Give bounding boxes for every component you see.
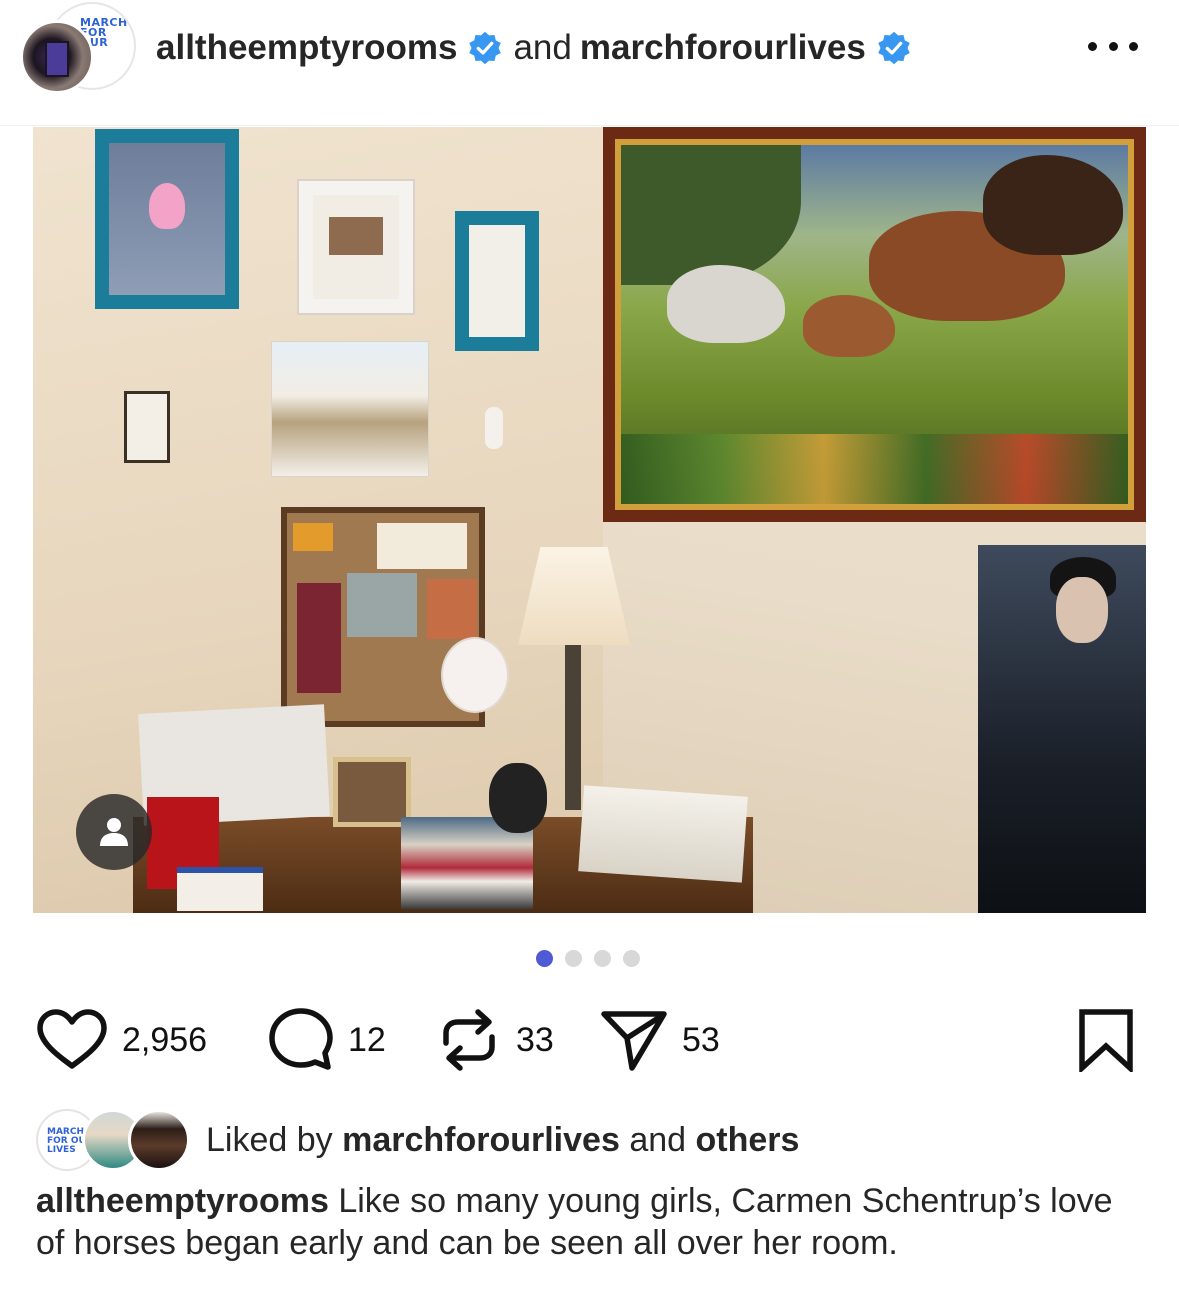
- repost-count[interactable]: 33: [516, 1021, 554, 1060]
- framed-photo: [333, 757, 411, 827]
- liked-by-middle: and: [629, 1120, 687, 1159]
- carousel-indicator: [536, 950, 640, 967]
- comment-count[interactable]: 12: [348, 1021, 386, 1060]
- liked-by-others[interactable]: others: [696, 1121, 800, 1159]
- send-icon[interactable]: [600, 1008, 668, 1072]
- more-dot: [1129, 41, 1138, 51]
- carousel-dot[interactable]: [623, 950, 640, 967]
- liked-by-text: Liked by marchforourlives and others: [206, 1121, 799, 1160]
- pitch-perfect-plate: [441, 637, 509, 713]
- comment-action[interactable]: 12: [268, 1004, 386, 1076]
- dark-horse: [983, 155, 1123, 255]
- tagged-user-icon[interactable]: [76, 794, 152, 870]
- post-actions: 2,956 12 33 53: [36, 1004, 1146, 1076]
- papers-pile: [578, 785, 748, 883]
- poster-face: [1056, 577, 1108, 643]
- caption-username[interactable]: alltheemptyrooms: [36, 1182, 329, 1220]
- horse-tapestry: [603, 127, 1146, 522]
- more-dot: [1088, 41, 1097, 51]
- liked-by-prefix: Liked by: [206, 1120, 333, 1159]
- more-dot: [1108, 41, 1118, 51]
- share-count[interactable]: 53: [682, 1021, 720, 1060]
- penguin-plush: [489, 763, 547, 833]
- comment-icon[interactable]: [268, 1007, 334, 1073]
- tapestry-meadow: [615, 139, 1134, 510]
- repost-action[interactable]: 33: [436, 1004, 554, 1076]
- post-caption: alltheemptyrooms Like so many young girl…: [36, 1180, 1146, 1264]
- sherlock-poster: [978, 545, 1146, 913]
- bookmark-icon[interactable]: [1076, 1008, 1136, 1072]
- verified-badge-icon: [469, 31, 502, 65]
- door-image: [45, 41, 69, 77]
- post-authors: alltheemptyrooms and marchforourlives: [156, 26, 922, 70]
- kids-photo-frame: [299, 181, 413, 313]
- like-count[interactable]: 2,956: [122, 1021, 207, 1060]
- verified-badge-icon: [878, 31, 910, 65]
- castle-watercolor-print: [271, 341, 429, 477]
- ballerina-photo-frame: [95, 129, 239, 309]
- carousel-dot[interactable]: [594, 950, 611, 967]
- more-horizontal-icon[interactable]: [1088, 38, 1138, 54]
- lamp-base: [565, 645, 581, 810]
- like-action[interactable]: 2,956: [36, 1004, 207, 1076]
- liked-by-user[interactable]: marchforourlives: [342, 1121, 620, 1159]
- collab-avatars[interactable]: MARCH FOR OUR: [20, 0, 136, 100]
- wall-hook: [485, 407, 503, 449]
- small-plaque: [124, 391, 170, 463]
- bookmark-action[interactable]: [1076, 1004, 1136, 1076]
- author-username-2[interactable]: marchforourlives: [580, 28, 866, 68]
- post-image[interactable]: [33, 127, 1146, 913]
- avatar-alltheemptyrooms[interactable]: [20, 20, 94, 94]
- liked-by-row[interactable]: MARCH FOR OUR LIVES Liked by marchforour…: [36, 1108, 799, 1172]
- foal: [803, 295, 895, 357]
- white-horse: [667, 265, 785, 343]
- authors-connector: and: [513, 28, 572, 67]
- post-header: MARCH FOR OUR alltheemptyrooms and march…: [0, 0, 1179, 126]
- princess-print-frame: [455, 211, 539, 351]
- repost-icon[interactable]: [436, 1007, 502, 1073]
- share-action[interactable]: 53: [600, 1004, 720, 1076]
- notebook: [177, 867, 263, 911]
- heart-icon[interactable]: [36, 1009, 108, 1071]
- carousel-dot-active[interactable]: [536, 950, 553, 967]
- user-icon: [100, 818, 128, 846]
- author-username-1[interactable]: alltheemptyrooms: [156, 28, 457, 68]
- carousel-dot[interactable]: [565, 950, 582, 967]
- liker-avatar[interactable]: [128, 1109, 190, 1171]
